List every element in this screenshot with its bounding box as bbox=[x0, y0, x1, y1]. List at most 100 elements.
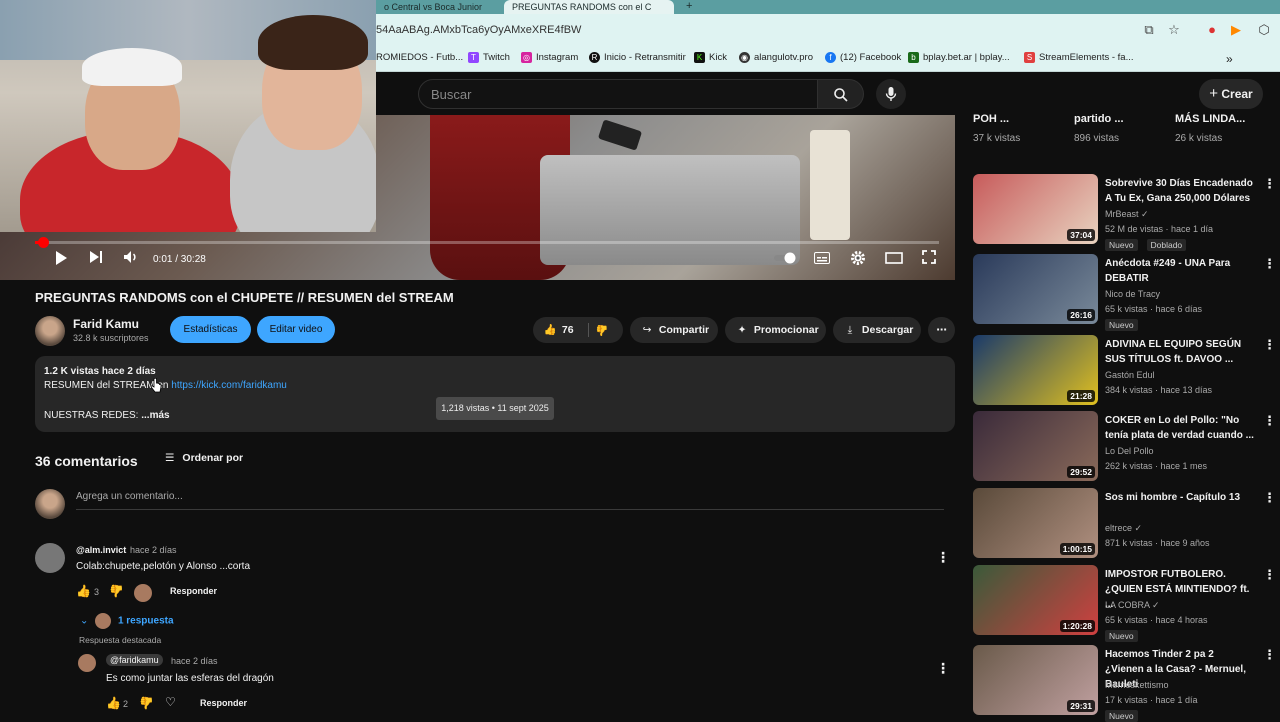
recommended-menu-button[interactable]: ⋮ bbox=[1263, 567, 1276, 583]
bookmark-item[interactable]: ROMIEDOS - Futb... bbox=[376, 52, 463, 63]
browser-tab[interactable]: o Central vs Boca Junior bbox=[376, 0, 496, 14]
play-extension-icon[interactable]: ▶ bbox=[1228, 22, 1244, 38]
play-button[interactable] bbox=[52, 250, 70, 270]
video-thumbnail[interactable]: 1:20:28 bbox=[973, 565, 1098, 635]
recommended-channel[interactable]: Mernoskettismo bbox=[1105, 680, 1169, 690]
share-button[interactable]: ↪ Compartir bbox=[630, 317, 718, 343]
promote-button[interactable]: ✦ Promocionar bbox=[725, 317, 826, 343]
edit-video-button[interactable]: Editar video bbox=[257, 316, 335, 343]
reply-like-button[interactable]: 👍 bbox=[106, 696, 121, 710]
heart-button[interactable]: ♡ bbox=[165, 695, 176, 709]
recommended-title[interactable]: Sobrevive 30 Días Encadenado A Tu Ex, Ga… bbox=[1105, 176, 1255, 206]
shorts-title[interactable]: MÁS LINDA... bbox=[1175, 113, 1245, 125]
recommended-menu-button[interactable]: ⋮ bbox=[1263, 337, 1276, 353]
comment-like-button[interactable]: 👍 bbox=[76, 584, 91, 598]
extensions-puzzle-icon[interactable]: ⬡ bbox=[1256, 22, 1272, 38]
bookmark-item[interactable]: K Kick bbox=[694, 52, 727, 63]
theater-mode-button[interactable] bbox=[884, 250, 904, 270]
download-button[interactable]: ⤓ Descargar bbox=[833, 317, 921, 343]
comment-time[interactable]: hace 2 días bbox=[130, 545, 177, 555]
comment-dislike-button[interactable]: 👍 bbox=[109, 584, 124, 598]
video-thumbnail[interactable]: 21:28 bbox=[973, 335, 1098, 405]
add-comment-input[interactable]: Agrega un comentario... bbox=[76, 491, 183, 502]
bookmark-item[interactable]: f (12) Facebook bbox=[825, 52, 901, 63]
bookmark-item[interactable]: R Inicio - Retransmitir bbox=[589, 52, 686, 63]
autoplay-toggle[interactable] bbox=[773, 250, 799, 270]
video-thumbnail[interactable]: 37:04 bbox=[973, 174, 1098, 244]
recommended-video[interactable]: 1:00:15 Sos mi hombre - Capítulo 13 eltrec… bbox=[973, 488, 1276, 560]
bookmark-item[interactable]: T Twitch bbox=[468, 52, 510, 63]
video-thumbnail[interactable]: 29:52 bbox=[973, 411, 1098, 481]
reply-button[interactable]: Responder bbox=[200, 698, 247, 708]
shorts-title[interactable]: POH ... bbox=[973, 113, 1009, 125]
address-bar[interactable]: 54AaABAg.AMxbTca6yOyAMxeXRE4fBW bbox=[376, 18, 1136, 42]
reply-time[interactable]: hace 2 días bbox=[171, 656, 218, 666]
shorts-title[interactable]: partido ... bbox=[1074, 113, 1124, 125]
recommended-video[interactable]: 29:52 COKER en Lo del Pollo: "No tenía pl… bbox=[973, 411, 1276, 483]
sort-by-button[interactable]: ☰ Ordenar por bbox=[165, 452, 243, 464]
recommended-channel[interactable]: LA COBRA ✓ bbox=[1105, 600, 1160, 611]
subtitles-button[interactable] bbox=[813, 250, 831, 270]
recommended-channel[interactable]: Gastón Edul bbox=[1105, 370, 1155, 380]
recommended-video[interactable]: 29:31 Hacemos Tinder 2 pa 2 ¿Vienen a la … bbox=[973, 645, 1276, 722]
more-actions-button[interactable]: ⋯ bbox=[928, 317, 955, 343]
volume-button[interactable] bbox=[122, 250, 140, 270]
recommended-channel[interactable]: Nico de Tracy bbox=[1105, 289, 1160, 299]
extension-icon[interactable]: ● bbox=[1204, 22, 1220, 38]
dislike-button[interactable]: 👍 bbox=[593, 317, 611, 343]
show-more-button[interactable]: ...más bbox=[141, 410, 169, 421]
recommended-video[interactable]: 1:20:28 IMPOSTOR FUTBOLERO. ¿QUIEN ESTÁ M… bbox=[973, 565, 1276, 642]
bookmark-item[interactable]: ◉ alangulotv.pro bbox=[739, 52, 813, 63]
reply-button[interactable]: Responder bbox=[170, 586, 217, 596]
recommended-title[interactable]: Sos mi hombre - Capítulo 13 bbox=[1105, 490, 1255, 505]
progress-bar[interactable] bbox=[35, 237, 939, 248]
recommended-menu-button[interactable]: ⋮ bbox=[1263, 647, 1276, 663]
progress-knob[interactable] bbox=[38, 237, 49, 248]
replies-toggle[interactable]: ⌄ 1 respuesta bbox=[80, 613, 174, 629]
comment-avatar[interactable] bbox=[35, 543, 65, 573]
recommended-title[interactable]: COKER en Lo del Pollo: "No tenía plata d… bbox=[1105, 413, 1255, 443]
recommended-menu-button[interactable]: ⋮ bbox=[1263, 490, 1276, 506]
channel-avatar[interactable] bbox=[35, 316, 65, 346]
recommended-video[interactable]: 21:28 ADIVINA EL EQUIPO SEGÚN SUS TÍTULOS… bbox=[973, 335, 1276, 407]
bookmark-item[interactable]: S StreamElements - fa... bbox=[1024, 52, 1134, 63]
video-thumbnail[interactable]: 1:00:15 bbox=[973, 488, 1098, 558]
voice-search-button[interactable] bbox=[876, 79, 906, 109]
stats-button[interactable]: Estadísticas bbox=[170, 316, 251, 343]
recommended-channel[interactable]: MrBeast ✓ bbox=[1105, 209, 1149, 220]
browser-tab-active[interactable]: PREGUNTAS RANDOMS con el C bbox=[504, 0, 674, 14]
recommended-video[interactable]: 26:16 Anécdota #249 - UNA Para DEBATIR Nic… bbox=[973, 254, 1276, 331]
video-thumbnail[interactable]: 29:31 bbox=[973, 645, 1098, 715]
comment-menu-button[interactable]: ⋮ bbox=[936, 549, 950, 566]
recommended-menu-button[interactable]: ⋮ bbox=[1263, 176, 1276, 192]
search-button[interactable] bbox=[818, 79, 864, 109]
recommended-menu-button[interactable]: ⋮ bbox=[1263, 256, 1276, 272]
recommended-title[interactable]: Anécdota #249 - UNA Para DEBATIR bbox=[1105, 256, 1255, 286]
reply-avatar[interactable] bbox=[78, 654, 96, 672]
like-button[interactable]: 👍 76 bbox=[541, 317, 573, 343]
fullscreen-button[interactable] bbox=[920, 250, 938, 270]
recommended-title[interactable]: ADIVINA EL EQUIPO SEGÚN SUS TÍTULOS ft. … bbox=[1105, 337, 1255, 367]
bookmark-item[interactable]: b bplay.bet.ar | bplay... bbox=[908, 52, 1010, 63]
more-bookmarks-button[interactable]: » bbox=[1226, 52, 1233, 66]
kick-link[interactable]: https://kick.com/faridkamu bbox=[171, 380, 287, 391]
search-input[interactable]: Buscar bbox=[418, 79, 818, 109]
recommended-channel[interactable]: eltrece ✓ bbox=[1105, 523, 1142, 534]
reply-menu-button[interactable]: ⋮ bbox=[936, 660, 950, 677]
recommended-video[interactable]: 37:04 Sobrevive 30 Días Encadenado A Tu E… bbox=[973, 174, 1276, 251]
video-thumbnail[interactable]: 26:16 bbox=[973, 254, 1098, 324]
description-box[interactable]: 1.2 K vistas hace 2 días RESUMEN del STR… bbox=[35, 356, 955, 432]
install-icon[interactable]: ⧉ bbox=[1141, 22, 1157, 38]
reply-author[interactable]: @faridkamu bbox=[106, 654, 163, 666]
settings-button[interactable] bbox=[849, 250, 867, 270]
next-button[interactable] bbox=[87, 250, 105, 270]
bookmark-item[interactable]: ◎ Instagram bbox=[521, 52, 578, 63]
new-tab-button[interactable]: + bbox=[682, 0, 702, 14]
channel-name[interactable]: Farid Kamu bbox=[73, 317, 139, 331]
comment-author[interactable]: @alm.invict bbox=[76, 545, 126, 555]
reply-dislike-button[interactable]: 👍 bbox=[139, 696, 154, 710]
recommended-menu-button[interactable]: ⋮ bbox=[1263, 413, 1276, 429]
recommended-channel[interactable]: Lo Del Pollo bbox=[1105, 446, 1154, 456]
star-icon[interactable]: ☆ bbox=[1166, 22, 1182, 38]
create-button[interactable]: + Crear bbox=[1199, 79, 1263, 109]
